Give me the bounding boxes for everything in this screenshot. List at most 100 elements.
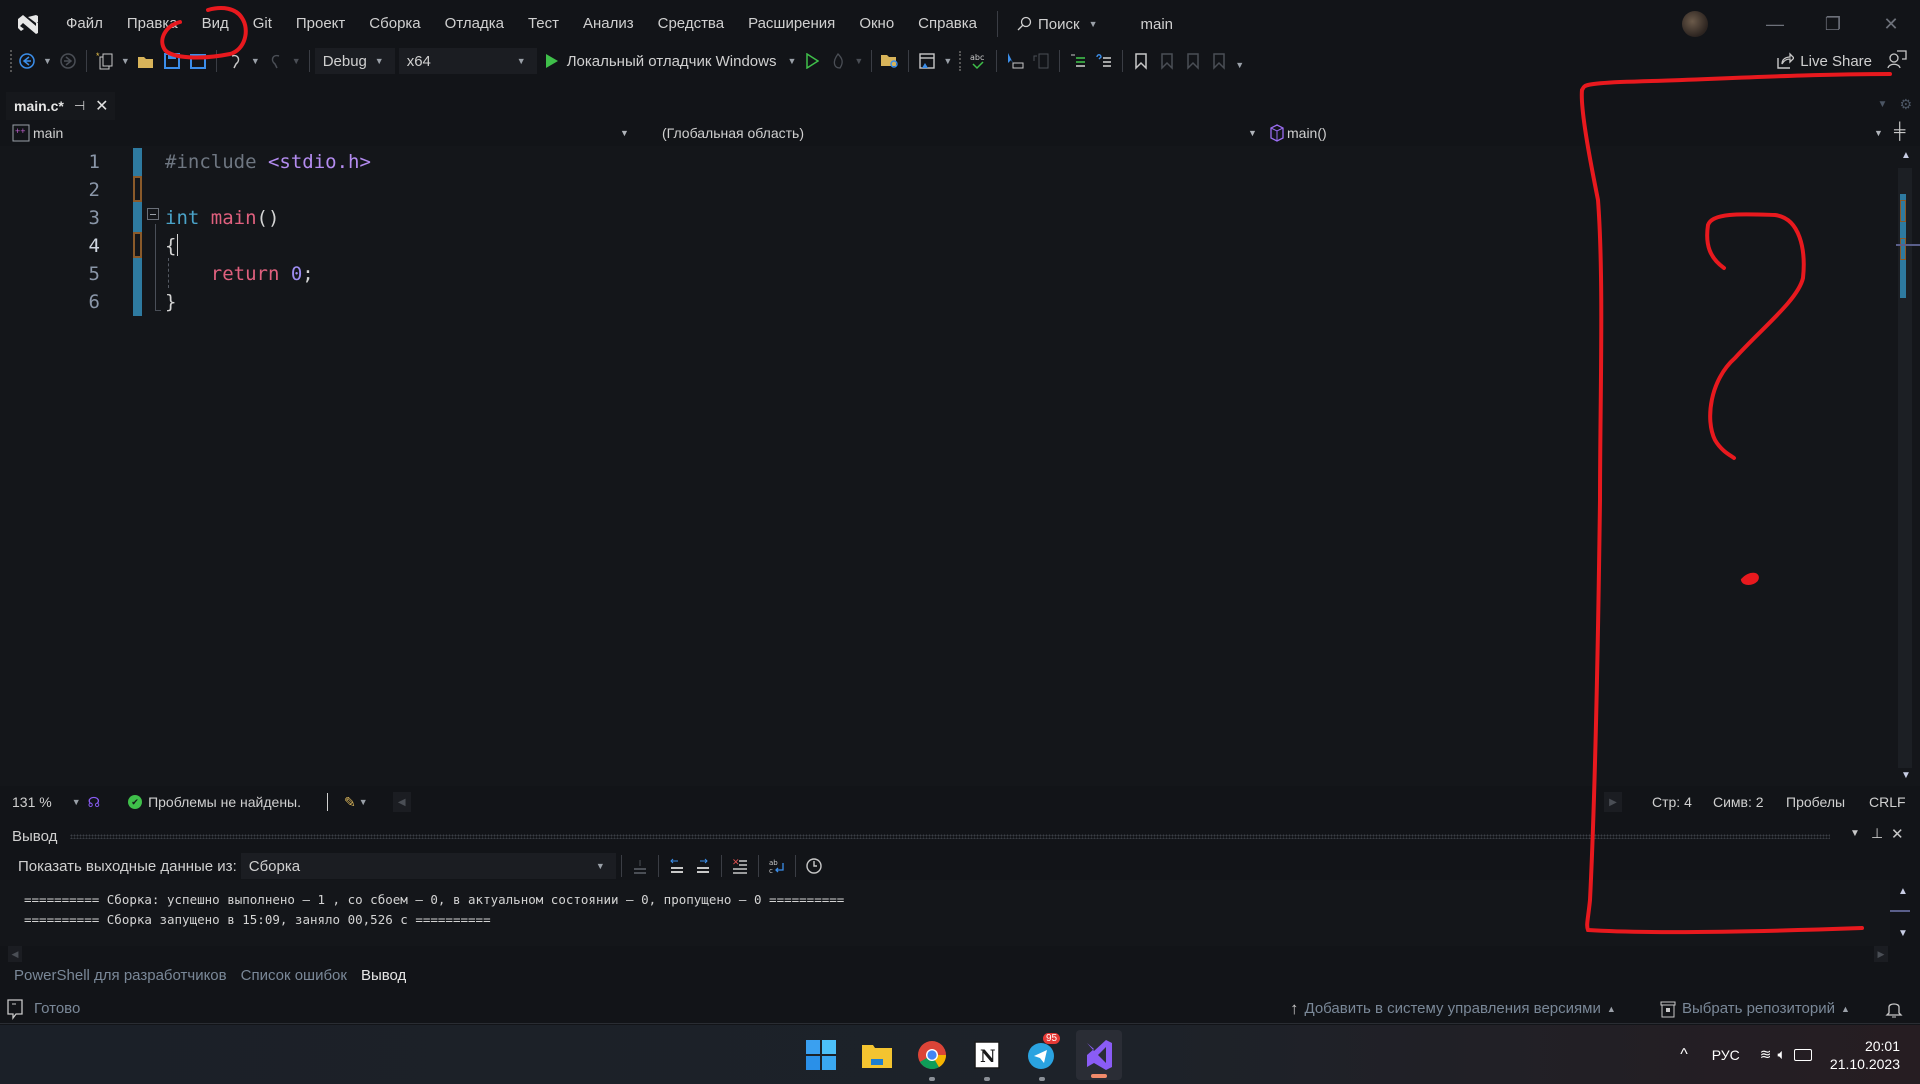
open-file-icon[interactable] [134, 49, 158, 73]
indent-icon[interactable] [1066, 49, 1090, 73]
tab-main-c[interactable]: main.c* ⊣ ✕ [6, 92, 115, 120]
panel-drag-grip[interactable] [70, 834, 1830, 839]
chevron-down-icon[interactable]: ▼ [251, 56, 260, 66]
output-text-area[interactable]: ========== Сборка: успешно выполнено — 1… [0, 880, 1890, 946]
word-wrap-icon[interactable]: ab c [765, 854, 789, 878]
scroll-up-icon[interactable]: ▲ [1901, 150, 1911, 161]
menu-file[interactable]: Файл [54, 4, 115, 44]
toolbar-grip[interactable] [10, 50, 14, 72]
tool-tab[interactable]: Вывод [361, 967, 406, 984]
pin-panel-icon[interactable]: ⊥ [1871, 825, 1883, 842]
scroll-up-icon[interactable]: ▲ [1898, 886, 1908, 897]
select-repository-button[interactable]: Выбрать репозиторий ▲ [1660, 1000, 1850, 1018]
select-cursor-icon[interactable] [1003, 49, 1027, 73]
save-icon[interactable] [160, 49, 184, 73]
spell-check-icon[interactable]: abc [966, 49, 990, 73]
menu-git[interactable]: Git [241, 4, 284, 44]
menu-analyze[interactable]: Анализ [571, 4, 646, 44]
timestamp-clock-icon[interactable] [802, 854, 826, 878]
menu-tools[interactable]: Средства [646, 4, 736, 44]
vertical-scrollbar[interactable]: ▲ ▼ [1892, 146, 1920, 786]
menu-extensions[interactable]: Расширения [736, 4, 847, 44]
next-bookmark-icon[interactable] [1181, 49, 1205, 73]
next-message-icon[interactable] [691, 854, 715, 878]
hscroll-left-icon[interactable]: ◀ [392, 792, 411, 812]
collapse-region-icon[interactable] [147, 208, 159, 220]
split-window-icon[interactable]: ╪ [1894, 123, 1905, 141]
hot-reload-icon[interactable] [826, 49, 850, 73]
taskbar-visual-studio[interactable] [1076, 1030, 1122, 1080]
clear-bookmarks-icon[interactable] [1207, 49, 1231, 73]
chevron-down-icon[interactable]: ▼ [620, 128, 629, 138]
feedback-icon[interactable] [1886, 49, 1908, 75]
add-to-source-control-button[interactable]: ↑ Добавить в систему управления версиями… [1290, 999, 1616, 1019]
project-dropdown[interactable]: ++ main [12, 120, 63, 146]
issues-status[interactable]: Проблемы не найдены. [148, 794, 301, 810]
chevron-down-icon[interactable]: ▼ [1874, 128, 1883, 138]
overflow-icon[interactable]: ▼ [943, 56, 952, 66]
zoom-level[interactable]: 131 % [12, 794, 52, 810]
wifi-icon[interactable]: ≋ [1760, 1046, 1772, 1063]
toggle-comment-icon[interactable] [1029, 49, 1053, 73]
browser-window-icon[interactable] [915, 49, 939, 73]
close-button[interactable]: ✕ [1862, 4, 1920, 44]
close-panel-icon[interactable]: ✕ [1891, 825, 1904, 843]
gear-icon[interactable]: ⚙ [1899, 96, 1912, 113]
tool-tab[interactable]: Список ошибок [241, 967, 347, 984]
chevron-down-icon[interactable]: ▼ [292, 56, 301, 66]
output-vertical-scrollbar[interactable]: ▲ ▼ [1890, 880, 1920, 946]
notification-tray-icon[interactable] [6, 998, 24, 1020]
go-to-line-icon[interactable] [628, 854, 652, 878]
notifications-bell-icon[interactable] [1885, 999, 1903, 1019]
configuration-select[interactable]: Debug ▼ [314, 48, 395, 74]
clear-all-icon[interactable]: ✕ [728, 854, 752, 878]
clock[interactable]: 20:01 21.10.2023 [1830, 1037, 1900, 1073]
scrollbar-track[interactable] [1896, 168, 1920, 768]
scroll-down-icon[interactable]: ▼ [1901, 770, 1911, 781]
start-button[interactable] [800, 1035, 842, 1075]
chevron-down-icon[interactable]: ▼ [72, 797, 81, 807]
chevron-down-icon[interactable]: ▼ [1248, 128, 1257, 138]
find-in-files-icon[interactable] [878, 49, 902, 73]
menu-window[interactable]: Окно [847, 4, 906, 44]
menu-test[interactable]: Тест [516, 4, 571, 44]
code-cleanup-icon[interactable]: ✎ [344, 794, 356, 811]
hscroll-right-icon[interactable]: ▶ [1604, 792, 1622, 812]
menu-debug[interactable]: Отладка [433, 4, 516, 44]
output-source-select[interactable]: Сборка ▼ [240, 853, 616, 879]
chevron-down-icon[interactable]: ▼ [359, 797, 368, 807]
chevron-down-icon[interactable]: ▼ [43, 56, 52, 66]
member-dropdown[interactable]: main() [1270, 120, 1327, 146]
live-share-button[interactable]: Live Share [1776, 44, 1872, 78]
volume-icon[interactable]: 🔈︎ [1778, 1046, 1786, 1063]
taskbar-notion[interactable]: N [966, 1035, 1008, 1081]
menu-project[interactable]: Проект [284, 4, 357, 44]
taskbar-file-explorer[interactable] [856, 1035, 898, 1075]
intellicode-icon[interactable]: ☊ [88, 794, 100, 811]
tool-tab[interactable]: PowerShell для разработчиков [14, 967, 227, 984]
pin-icon[interactable]: ⊣ [74, 98, 85, 114]
new-project-icon[interactable]: * [93, 49, 117, 73]
minimize-button[interactable]: — [1746, 4, 1804, 44]
line-ending[interactable]: CRLF [1869, 794, 1906, 810]
input-language[interactable]: РУС [1712, 1047, 1740, 1063]
taskbar-chrome[interactable] [911, 1035, 953, 1081]
indent-mode[interactable]: Пробелы [1786, 794, 1845, 810]
start-debugging-button[interactable]: Локальный отладчик Windows ▼ [545, 53, 800, 70]
menu-view[interactable]: Вид [190, 4, 241, 44]
show-hidden-icons-button[interactable]: ^ [1680, 1046, 1688, 1064]
scroll-down-icon[interactable]: ▼ [1898, 928, 1908, 939]
platform-select[interactable]: x64 ▼ [398, 48, 537, 74]
save-all-icon[interactable] [186, 49, 210, 73]
tab-list-dropdown-icon[interactable]: ▼ [1878, 99, 1888, 110]
bookmark-icon[interactable] [1129, 49, 1153, 73]
toolbar-grip[interactable] [959, 51, 962, 71]
scrollbar-thumb[interactable] [1890, 910, 1910, 912]
scroll-left-icon[interactable]: ◀ [8, 946, 22, 962]
chevron-down-icon[interactable]: ▼ [121, 56, 130, 66]
redo-icon[interactable] [264, 49, 288, 73]
code-editor[interactable]: 1 2 3 4 5 6 #include <stdio.h> int main() { ret… [0, 146, 1920, 786]
column-indicator[interactable]: Симв: 2 [1713, 794, 1764, 810]
outdent-icon[interactable] [1092, 49, 1116, 73]
output-horizontal-scrollbar[interactable]: ◀ ▶ [8, 946, 1888, 962]
